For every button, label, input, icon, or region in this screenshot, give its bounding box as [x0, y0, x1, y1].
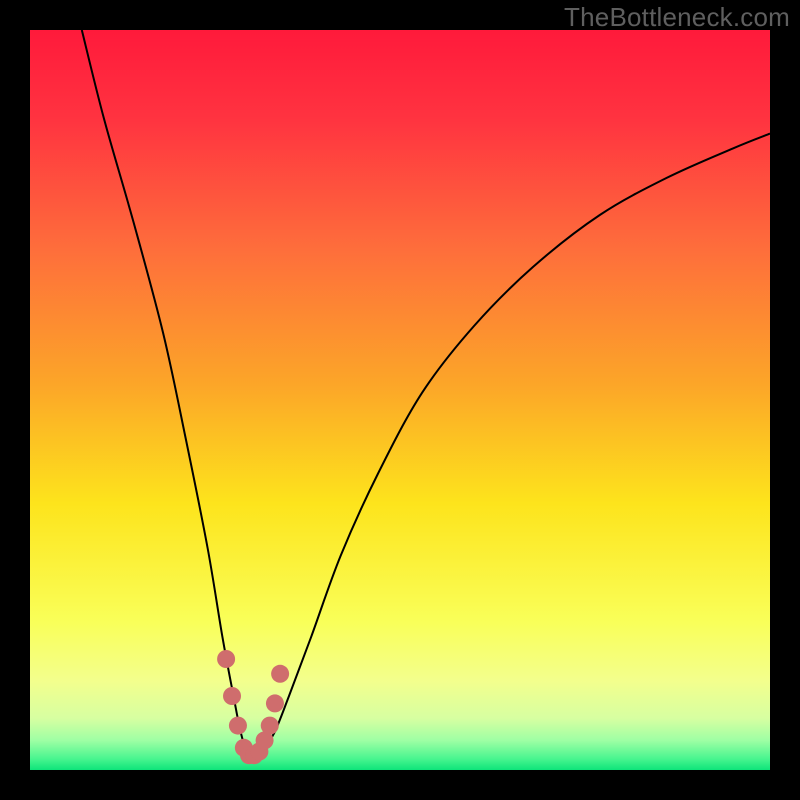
- chart-frame: TheBottleneck.com: [0, 0, 800, 800]
- plot-area: [30, 30, 770, 770]
- valley-marker: [261, 717, 279, 735]
- bottleneck-curve: [82, 30, 770, 757]
- valley-marker: [266, 694, 284, 712]
- valley-marker: [223, 687, 241, 705]
- valley-marker: [217, 650, 235, 668]
- valley-marker: [271, 665, 289, 683]
- valley-markers: [217, 650, 289, 764]
- curve-layer: [30, 30, 770, 770]
- watermark-text: TheBottleneck.com: [564, 2, 790, 33]
- valley-marker: [229, 717, 247, 735]
